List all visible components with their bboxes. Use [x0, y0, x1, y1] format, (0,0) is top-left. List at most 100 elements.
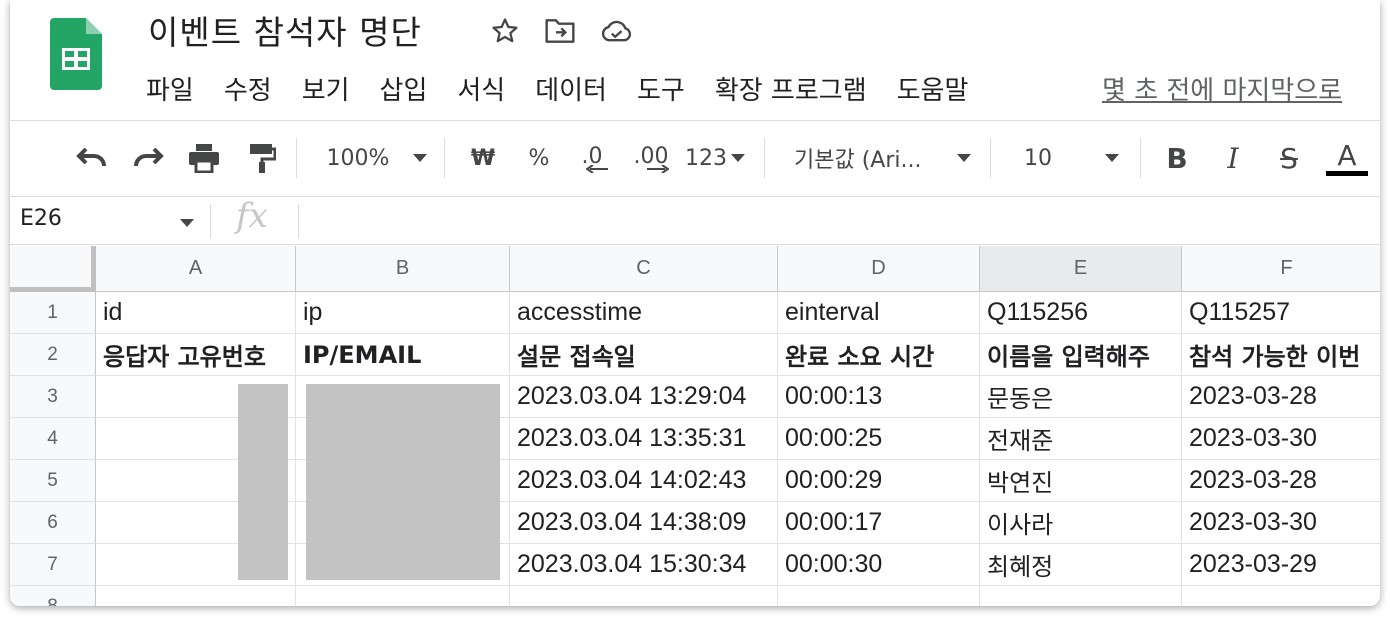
divider: [10, 244, 1380, 245]
cell-a8[interactable]: [96, 586, 296, 606]
row-header-6[interactable]: 6: [10, 502, 96, 544]
row-header-7[interactable]: 7: [10, 544, 96, 586]
more-formats-button[interactable]: 123: [682, 136, 730, 180]
column-header-f[interactable]: F: [1182, 246, 1380, 292]
cell-f2[interactable]: 참석 가능한 이번: [1182, 334, 1380, 376]
name-box-dropdown-icon[interactable]: [180, 212, 194, 231]
name-box[interactable]: E26: [20, 206, 62, 231]
percent-format-button[interactable]: %: [524, 136, 554, 180]
cell-f3[interactable]: 2023-03-28: [1182, 376, 1380, 418]
menu-view[interactable]: 보기: [302, 70, 350, 107]
font-dropdown-icon[interactable]: [952, 136, 976, 180]
toolbar: 100% ₩ % .0 .00 123 기본값 (Ari... 10 B I S…: [10, 122, 1380, 194]
divider: [210, 204, 211, 238]
cell-c3[interactable]: 2023.03.04 13:29:04: [510, 376, 778, 418]
cell-d2[interactable]: 완료 소요 시간: [778, 334, 980, 376]
column-header-a[interactable]: A: [96, 246, 296, 292]
cell-d3[interactable]: 00:00:13: [778, 376, 980, 418]
print-icon[interactable]: [184, 136, 224, 180]
menu-edit[interactable]: 수정: [224, 70, 272, 107]
cell-f1[interactable]: Q115257: [1182, 292, 1380, 334]
bold-button[interactable]: B: [1160, 136, 1194, 180]
font-size-input[interactable]: 10: [1018, 136, 1058, 180]
row-header-4[interactable]: 4: [10, 418, 96, 460]
cell-e7[interactable]: 최혜정: [980, 544, 1182, 586]
cell-e1[interactable]: Q115256: [980, 292, 1182, 334]
cell-b2[interactable]: IP/EMAIL: [296, 334, 510, 376]
cell-f5[interactable]: 2023-03-28: [1182, 460, 1380, 502]
cell-f7[interactable]: 2023-03-29: [1182, 544, 1380, 586]
divider: [10, 120, 1380, 121]
increase-decimal-button[interactable]: .00: [628, 136, 674, 180]
paint-format-icon[interactable]: [242, 136, 282, 180]
cell-d6[interactable]: 00:00:17: [778, 502, 980, 544]
strikethrough-button[interactable]: S: [1272, 136, 1306, 180]
cell-f4[interactable]: 2023-03-30: [1182, 418, 1380, 460]
cell-c1[interactable]: accesstime: [510, 292, 778, 334]
menu-help[interactable]: 도움말: [897, 70, 969, 107]
column-header-e[interactable]: E: [980, 246, 1182, 292]
menu-file[interactable]: 파일: [146, 70, 194, 107]
zoom-value[interactable]: 100%: [326, 136, 390, 180]
document-title[interactable]: 이벤트 참석자 명단: [148, 6, 422, 54]
italic-button[interactable]: I: [1216, 136, 1250, 180]
cell-d7[interactable]: 00:00:30: [778, 544, 980, 586]
font-size-dropdown-icon[interactable]: [1100, 136, 1124, 180]
cell-e2[interactable]: 이름을 입력해주: [980, 334, 1182, 376]
redaction-block: [306, 384, 500, 580]
text-color-button[interactable]: A: [1326, 136, 1368, 180]
menu-insert[interactable]: 삽입: [380, 70, 428, 107]
row-header-8[interactable]: 8: [10, 586, 96, 606]
cell-e3[interactable]: 문동은: [980, 376, 1182, 418]
undo-icon[interactable]: [72, 136, 112, 180]
cell-c2[interactable]: 설문 접속일: [510, 334, 778, 376]
cell-e8[interactable]: [980, 586, 1182, 606]
cell-d8[interactable]: [778, 586, 980, 606]
more-formats-dropdown-icon[interactable]: [728, 136, 748, 180]
cell-c7[interactable]: 2023.03.04 15:30:34: [510, 544, 778, 586]
column-header-d[interactable]: D: [778, 246, 980, 292]
decrease-decimal-button[interactable]: .0: [572, 136, 612, 180]
text-color-bar: [1326, 170, 1368, 176]
cell-c5[interactable]: 2023.03.04 14:02:43: [510, 460, 778, 502]
cell-b1[interactable]: ip: [296, 292, 510, 334]
cell-a1[interactable]: id: [96, 292, 296, 334]
cell-d1[interactable]: einterval: [778, 292, 980, 334]
menu-format[interactable]: 서식: [457, 70, 505, 107]
cell-e5[interactable]: 박연진: [980, 460, 1182, 502]
cell-e4[interactable]: 전재준: [980, 418, 1182, 460]
cell-f8[interactable]: [1182, 586, 1380, 606]
column-header-c[interactable]: C: [510, 246, 778, 292]
zoom-dropdown-icon[interactable]: [408, 136, 432, 180]
cloud-saved-icon[interactable]: [600, 16, 634, 50]
cell-e6[interactable]: 이사라: [980, 502, 1182, 544]
row-header-3[interactable]: 3: [10, 376, 96, 418]
cell-c6[interactable]: 2023.03.04 14:38:09: [510, 502, 778, 544]
currency-format-button[interactable]: ₩: [468, 136, 498, 180]
star-icon[interactable]: [490, 16, 520, 50]
divider: [296, 138, 297, 178]
cell-a2[interactable]: 응답자 고유번호: [96, 334, 296, 376]
sheets-logo-icon[interactable]: [50, 18, 102, 90]
cell-b8[interactable]: [296, 586, 510, 606]
last-edit-link[interactable]: 몇 초 전에 마지막으로: [1102, 70, 1342, 107]
menu-tools[interactable]: 도구: [637, 70, 685, 107]
select-all-corner[interactable]: [10, 246, 96, 292]
row-header-5[interactable]: 5: [10, 460, 96, 502]
cell-c8[interactable]: [510, 586, 778, 606]
cell-f6[interactable]: 2023-03-30: [1182, 502, 1380, 544]
divider: [298, 204, 299, 238]
row-header-1[interactable]: 1: [10, 292, 96, 334]
font-family-select[interactable]: 기본값 (Ari...: [794, 136, 944, 180]
fx-icon: fx: [236, 196, 268, 236]
menu-extensions[interactable]: 확장 프로그램: [715, 70, 867, 107]
row-header-2[interactable]: 2: [10, 334, 96, 376]
redo-icon[interactable]: [128, 136, 168, 180]
cell-d4[interactable]: 00:00:25: [778, 418, 980, 460]
menu-data[interactable]: 데이터: [535, 70, 607, 107]
formula-input[interactable]: [310, 206, 1310, 236]
cell-d5[interactable]: 00:00:29: [778, 460, 980, 502]
cell-c4[interactable]: 2023.03.04 13:35:31: [510, 418, 778, 460]
move-to-folder-icon[interactable]: [544, 16, 576, 50]
column-header-b[interactable]: B: [296, 246, 510, 292]
